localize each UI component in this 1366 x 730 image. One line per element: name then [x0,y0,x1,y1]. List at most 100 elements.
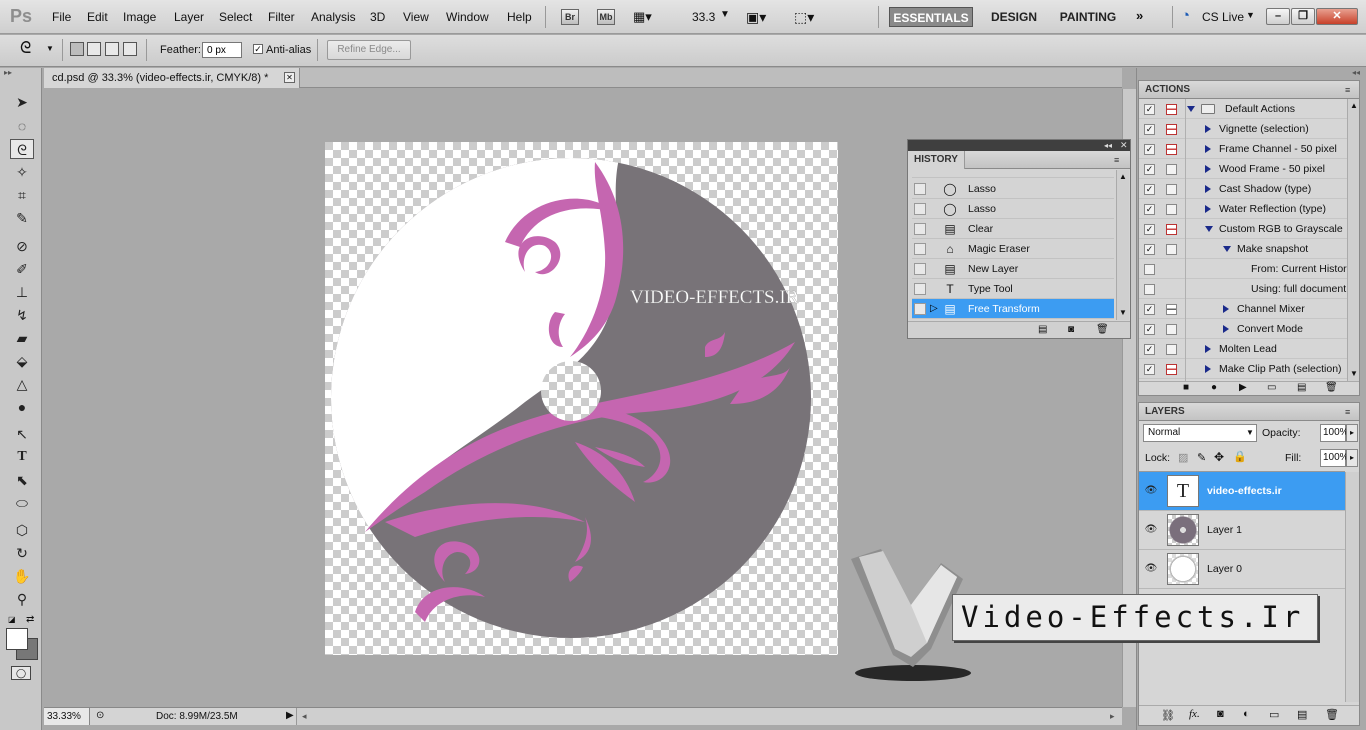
dialog-toggle-icon[interactable] [1166,324,1177,335]
layers-scrollbar[interactable] [1345,472,1359,702]
actions-scrollbar[interactable]: ▲ ▼ [1347,99,1359,381]
dialog-toggle-icon[interactable] [1166,204,1177,215]
action-item[interactable]: ✓ Custom RGB to Grayscale [1139,219,1347,239]
opacity-field[interactable]: 100% [1320,424,1349,442]
action-toggle-checkbox[interactable]: ✓ [1144,144,1155,155]
history-state-slider-icon[interactable]: ▷ [930,299,938,319]
layer-visibility-eye-icon[interactable]: 👁 [1144,485,1158,497]
layers-menu-icon[interactable]: ≡ [1345,403,1350,421]
menu-window[interactable]: Window [446,10,489,24]
cs-live-label[interactable]: CS Live [1202,10,1244,24]
quick-mask-icon[interactable]: ◯ [11,666,31,680]
layer-mask-icon[interactable]: ◙ [1217,708,1224,720]
expand-triangle-icon[interactable] [1205,205,1211,213]
layer-visibility-eye-icon[interactable]: 👁 [1144,524,1158,536]
move-tool-icon[interactable]: ➤ [10,92,34,112]
action-item[interactable]: ✓ Molten Lead [1139,339,1347,359]
restore-button[interactable]: ❐ [1291,8,1315,25]
history-source-checkbox[interactable] [914,303,926,315]
eraser-tool-icon[interactable]: ▰ [10,328,34,348]
actions-scroll-down-icon[interactable]: ▼ [1350,369,1358,378]
bridge-button[interactable]: Br [561,9,579,25]
crop-tool-icon[interactable]: ⌗ [10,185,34,205]
history-state[interactable]: ◯ Lasso [912,199,1114,219]
expand-triangle-icon[interactable] [1205,165,1211,173]
paint-bucket-tool-icon[interactable]: ⬙ [10,351,34,371]
dialog-toggle-icon[interactable] [1166,304,1177,315]
fill-field[interactable]: 100% [1320,449,1349,467]
action-item[interactable]: From: Current Histor... [1139,259,1347,279]
action-toggle-checkbox[interactable]: ✓ [1144,304,1155,315]
action-toggle-checkbox[interactable]: ✓ [1144,184,1155,195]
history-source-checkbox[interactable] [914,223,926,235]
history-state[interactable]: T Type Tool [912,279,1114,299]
cs-live-icon[interactable]: ◔ [1181,7,1190,24]
dialog-toggle-icon[interactable] [1166,344,1177,355]
collapse-tools-icon[interactable]: ▸▸ [4,68,38,78]
extras-icon[interactable]: ▦▾ [633,9,655,25]
new-selection-icon[interactable] [70,42,84,56]
dialog-toggle-icon[interactable] [1166,164,1177,175]
preset-dropdown-icon[interactable]: ▼ [46,44,54,53]
close-document-icon[interactable]: ✕ [284,72,295,83]
actions-menu-icon[interactable]: ≡ [1345,81,1350,99]
menu-file[interactable]: File [52,10,71,24]
history-delete-icon[interactable]: 🗑 [1096,324,1109,335]
history-titlebar[interactable]: ◂◂ ✕ [908,140,1130,151]
action-toggle-checkbox[interactable]: ✓ [1144,324,1155,335]
direct-selection-tool-icon[interactable]: ⬉ [10,470,34,490]
status-zoom[interactable]: 33.33% [44,708,90,725]
refine-edge-button[interactable]: Refine Edge... [327,40,411,60]
adjustment-layer-icon[interactable]: ◐ [1243,708,1250,720]
history-close-icon[interactable]: ✕ [1120,140,1128,151]
mini-bridge-button[interactable]: Mb [597,9,615,25]
menu-analysis[interactable]: Analysis [311,10,356,24]
stop-recording-icon[interactable]: ■ [1183,382,1189,393]
ellipse-tool-icon[interactable]: ⬭ [10,493,34,513]
feather-input[interactable] [202,42,242,58]
expand-triangle-icon[interactable] [1205,365,1211,373]
layer-row[interactable]: 👁 Tvideo-effects.ir [1139,472,1345,511]
action-item[interactable]: ✓ Convert Mode [1139,319,1347,339]
action-set[interactable]: ✓ Default Actions [1139,99,1347,119]
hand-tool-icon[interactable]: ✋ [10,566,34,586]
new-document-from-state-icon[interactable]: ▤ [1038,324,1047,335]
workspace-essentials[interactable]: ESSENTIALS [889,7,973,27]
action-item[interactable]: ✓ Water Reflection (type) [1139,199,1347,219]
history-source-checkbox[interactable] [914,203,926,215]
type-tool-icon[interactable]: T [10,447,34,467]
actions-delete-icon[interactable]: 🗑 [1325,382,1338,393]
intersect-selection-icon[interactable] [123,42,137,56]
expand-triangle-icon[interactable] [1205,145,1211,153]
expand-triangle-icon[interactable] [1223,305,1229,313]
scroll-right-icon[interactable]: ▸ [1110,711,1115,722]
lock-position-icon[interactable]: ✥ [1214,450,1224,464]
layers-delete-icon[interactable]: 🗑 [1325,708,1339,721]
opacity-slider-icon[interactable]: ▸ [1346,424,1358,442]
action-toggle-checkbox[interactable]: ✓ [1144,364,1155,375]
antialias-checkbox[interactable]: ✓ [253,44,263,54]
action-toggle-checkbox[interactable]: ✓ [1144,124,1155,135]
3d-orbit-tool-icon[interactable]: ↻ [10,543,34,563]
dialog-toggle-icon[interactable] [1166,124,1177,135]
eyedropper-tool-icon[interactable]: ✎ [10,208,34,228]
expand-triangle-icon[interactable] [1205,185,1211,193]
collapse-triangle-icon[interactable] [1187,106,1195,112]
dialog-toggle-icon[interactable] [1166,184,1177,195]
history-menu-icon[interactable]: ≡ [1114,151,1119,169]
lasso-preset-icon[interactable]: ᘓ [20,40,31,58]
clone-stamp-tool-icon[interactable]: ⊥ [10,282,34,302]
status-info-icon[interactable]: ⊙ [96,710,104,721]
new-layer-icon[interactable]: ▤ [1297,708,1307,721]
history-brush-tool-icon[interactable]: ↯ [10,305,34,325]
cs-live-dropdown-icon[interactable]: ▼ [1246,10,1255,20]
3d-rotate-tool-icon[interactable]: ⬡ [10,520,34,540]
lasso-tool-icon[interactable]: ᘓ [10,139,34,159]
dialog-toggle-icon[interactable] [1166,364,1177,375]
action-toggle-checkbox[interactable]: ✓ [1144,104,1155,115]
menu-3d[interactable]: 3D [370,10,385,24]
document-canvas[interactable]: VIDEO-EFFECTS.IR [325,142,838,655]
action-item[interactable]: ✓ Wood Frame - 50 pixel [1139,159,1347,179]
history-source-checkbox[interactable] [914,263,926,275]
history-state[interactable]: ◯ Lasso [912,179,1114,199]
